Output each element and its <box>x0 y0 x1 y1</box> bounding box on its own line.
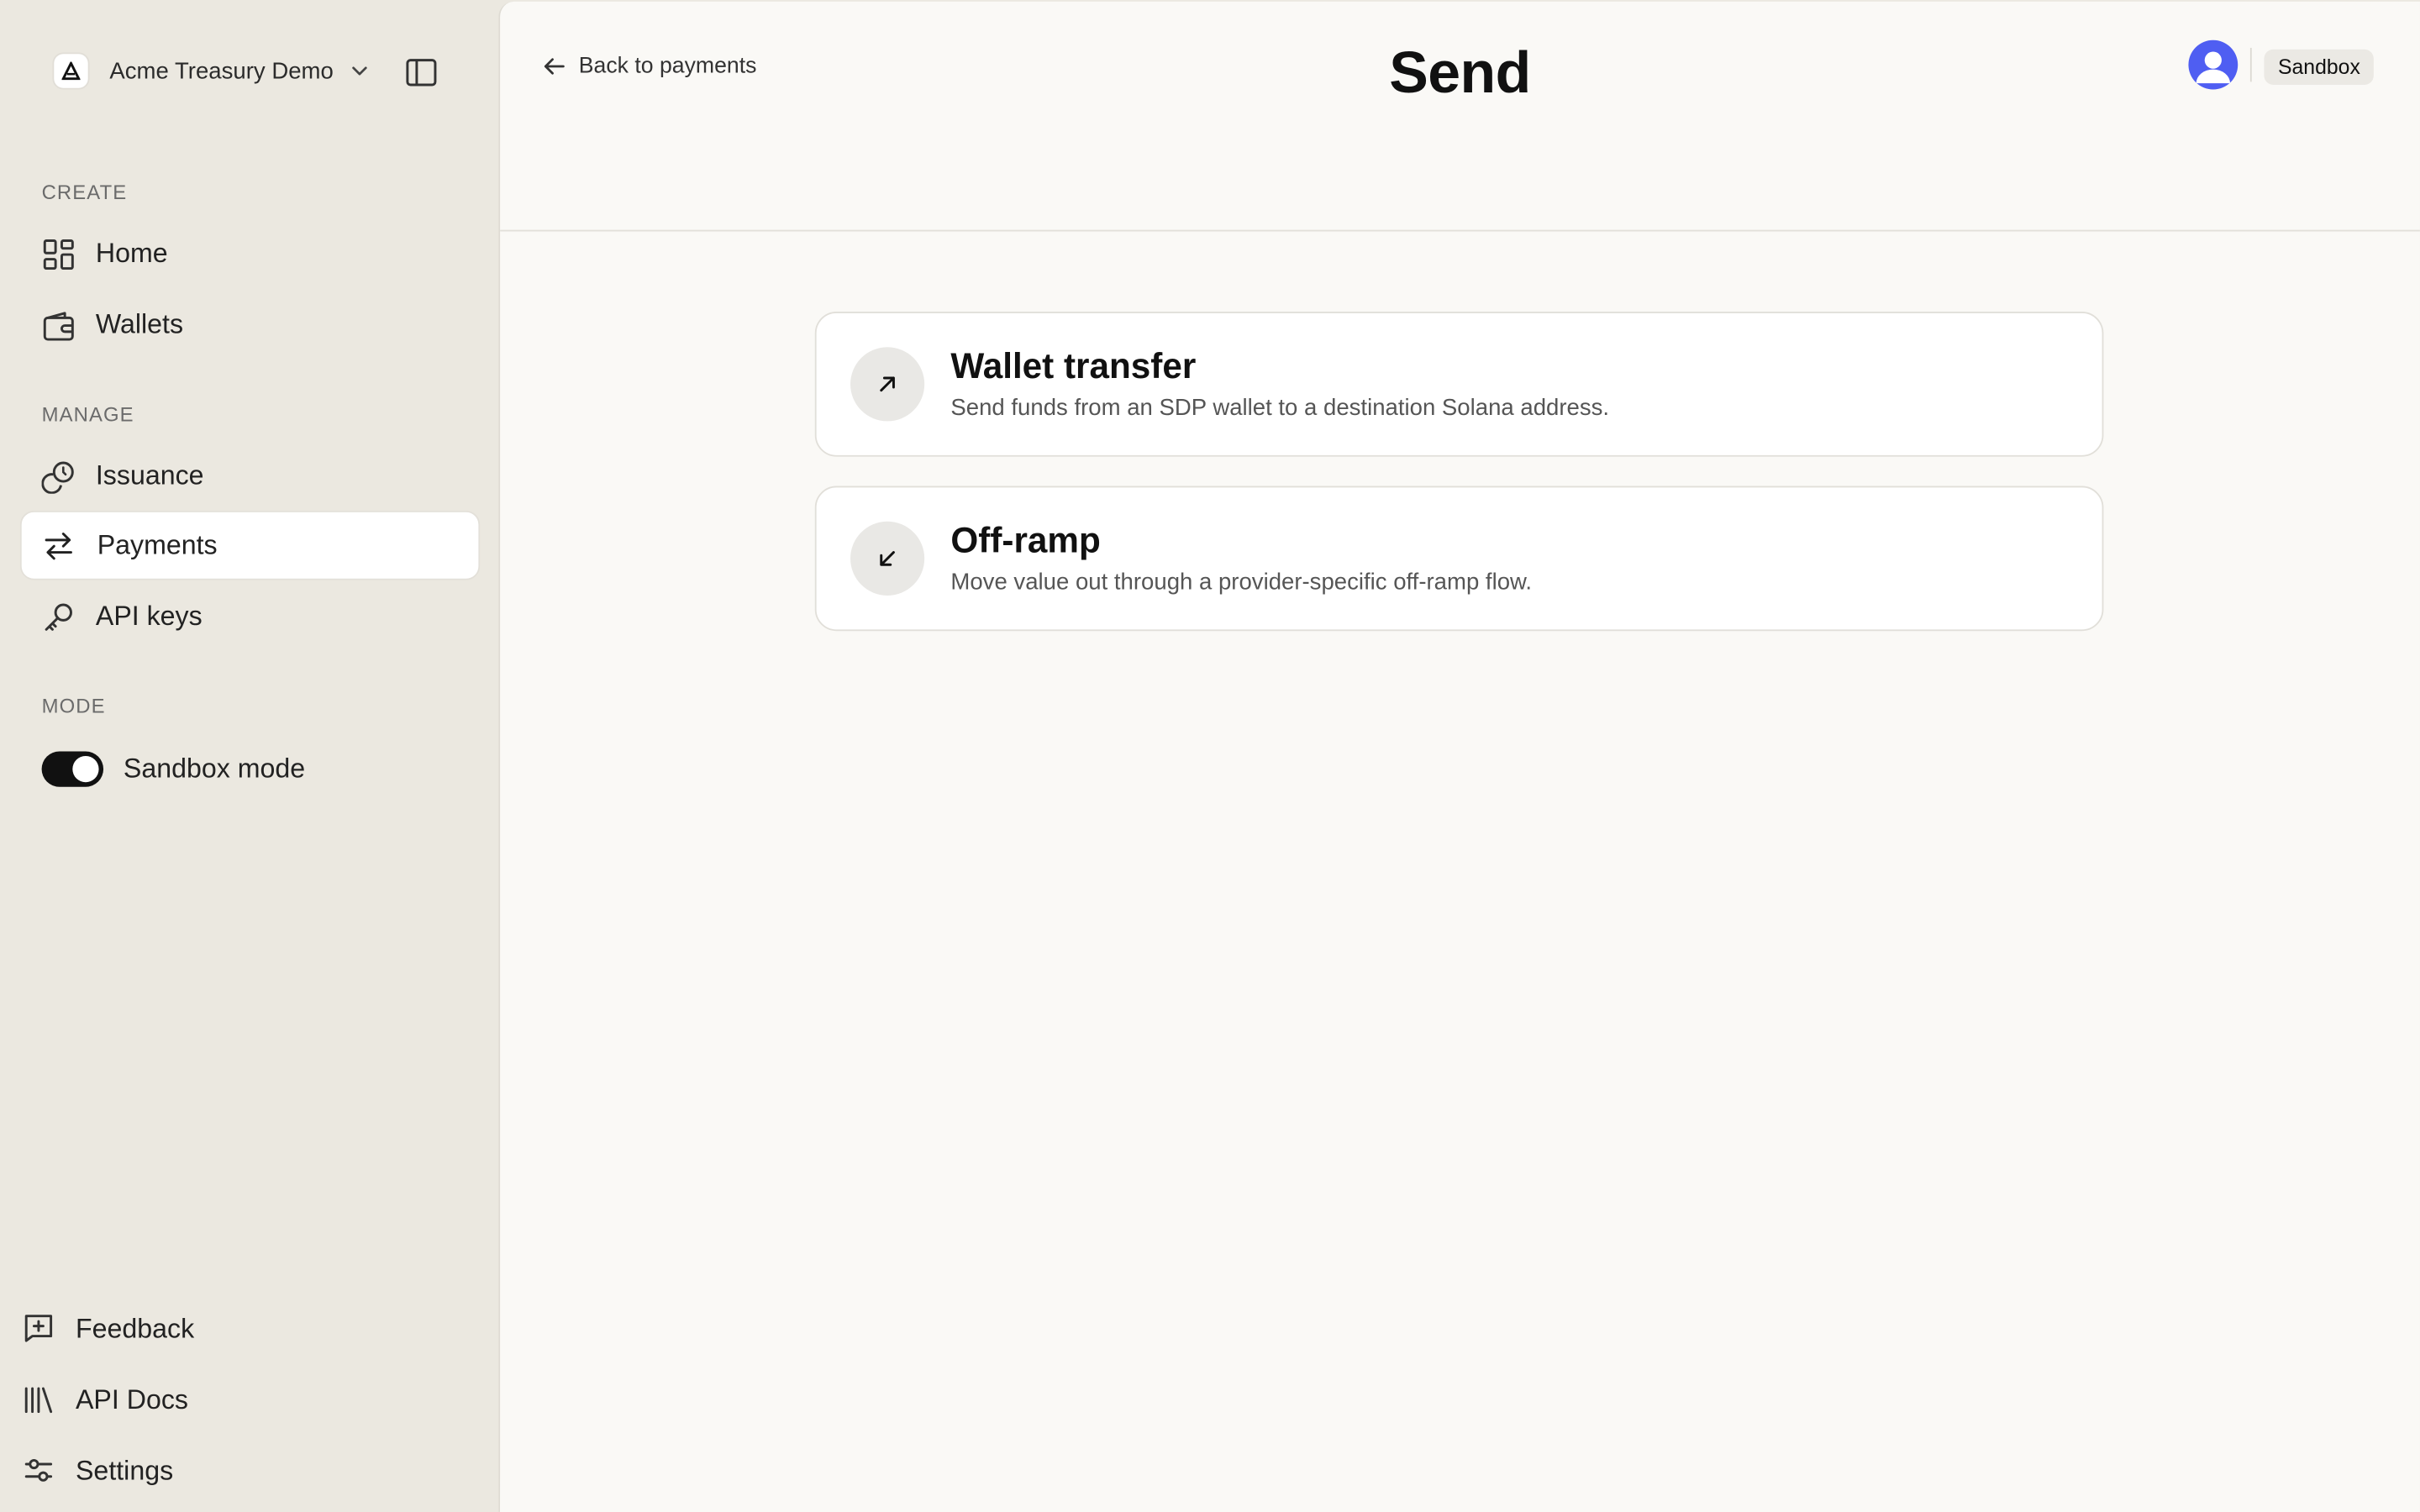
library-icon <box>24 1387 53 1414</box>
sidebar-item-label: Payments <box>97 528 218 560</box>
sidebar-item-payments[interactable]: Payments <box>21 512 479 579</box>
avatar[interactable] <box>2188 39 2238 90</box>
arrows-left-right-icon <box>45 532 72 559</box>
chevron-down-icon <box>352 66 367 76</box>
coins-icon <box>41 460 74 493</box>
arrow-up-right-icon <box>880 376 895 392</box>
wallet-icon <box>43 311 74 340</box>
section-label-manage: MANAGE <box>41 402 134 426</box>
option-icon-circle <box>850 347 925 422</box>
option-icon-circle <box>850 521 925 596</box>
user-icon <box>2196 51 2231 84</box>
section-label-mode: MODE <box>41 694 106 718</box>
main-panel: Back to payments Send Sandbox Wallet tra… <box>498 1 2420 1512</box>
header-divider <box>2249 47 2252 82</box>
sidebar-item-feedback[interactable]: Feedback <box>22 1302 194 1354</box>
grid-icon <box>43 239 74 270</box>
sidebar-item-home[interactable]: Home <box>22 221 479 287</box>
option-description: Move value out through a provider-specif… <box>950 569 1533 596</box>
sandbox-mode-toggle[interactable] <box>41 750 104 786</box>
org-name: Acme Treasury Demo <box>109 57 334 85</box>
sandbox-mode-label: Sandbox mode <box>123 752 306 784</box>
sidebar-item-api-docs[interactable]: API Docs <box>22 1373 188 1425</box>
sidebar-toggle-icon[interactable] <box>404 55 438 89</box>
sidebar-item-settings[interactable]: Settings <box>22 1444 173 1496</box>
sidebar-item-label: Feedback <box>75 1312 195 1343</box>
sidebar-item-api-keys[interactable]: API keys <box>22 583 479 649</box>
header-divider-line <box>500 229 2420 232</box>
section-label-create: CREATE <box>41 180 128 204</box>
option-description: Send funds from an SDP wallet to a desti… <box>950 395 1610 422</box>
sidebar-item-label: Settings <box>75 1454 174 1485</box>
arrow-down-left-icon <box>880 551 895 566</box>
message-plus-icon <box>24 1315 53 1342</box>
sidebar: Acme Treasury Demo CREATE Home Wallets M… <box>0 0 497 1512</box>
toggle-knob <box>72 755 99 782</box>
sliders-icon <box>24 1458 53 1482</box>
org-logo <box>54 54 88 88</box>
option-title: Wallet transfer <box>950 345 1197 386</box>
sidebar-item-wallets[interactable]: Wallets <box>22 291 479 358</box>
sandbox-mode-row: Sandbox mode <box>41 748 306 789</box>
sidebar-item-label: Home <box>95 237 168 269</box>
org-switcher[interactable]: Acme Treasury Demo <box>54 51 371 92</box>
sidebar-item-label: API keys <box>95 600 203 632</box>
sidebar-item-label: Wallets <box>95 308 184 340</box>
sidebar-item-label: Issuance <box>95 459 204 491</box>
option-off-ramp[interactable]: Off-ramp Move value out through a provid… <box>814 486 2104 632</box>
environment-badge: Sandbox <box>2264 49 2375 86</box>
option-title: Off-ramp <box>950 519 1101 560</box>
page-title: Send <box>1389 41 1531 107</box>
sidebar-item-label: API Docs <box>75 1383 188 1415</box>
sidebar-item-issuance[interactable]: Issuance <box>22 443 479 509</box>
key-icon <box>45 602 72 630</box>
option-wallet-transfer[interactable]: Wallet transfer Send funds from an SDP w… <box>814 312 2104 457</box>
